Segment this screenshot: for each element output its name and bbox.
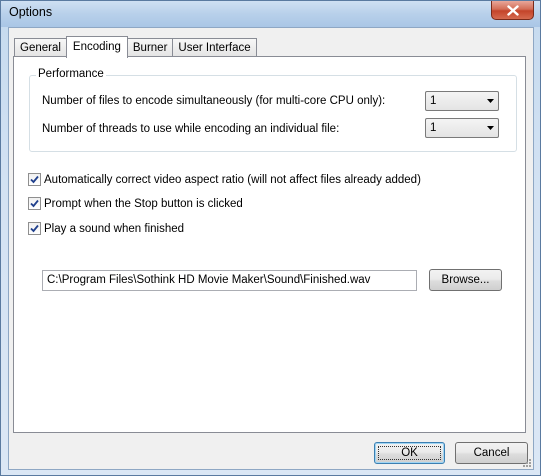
ok-label: OK [401, 447, 418, 459]
tab-general[interactable]: General [14, 38, 67, 57]
sound-file-path-input[interactable]: C:\Program Files\Sothink HD Movie Maker\… [42, 270, 417, 291]
options-dialog: Options General Encoding Burner User Int… [0, 0, 541, 476]
threads-label: Number of threads to use while encoding … [42, 123, 340, 135]
checkmark-icon [30, 175, 39, 184]
tab-encoding[interactable]: Encoding [65, 36, 128, 58]
ok-button[interactable]: OK [374, 442, 445, 464]
aspect-ratio-label: Automatically correct video aspect ratio… [44, 173, 421, 186]
performance-legend: Performance [36, 68, 106, 80]
close-icon [506, 4, 519, 16]
files-simultaneous-select[interactable]: 1 [425, 91, 499, 111]
title-bar[interactable]: Options [1, 1, 540, 27]
performance-group: Performance Number of files to encode si… [29, 68, 517, 152]
checkmark-icon [30, 224, 39, 233]
files-simultaneous-value: 1 [430, 95, 437, 107]
files-simultaneous-label: Number of files to encode simultaneously… [42, 95, 386, 107]
chevron-down-icon [487, 99, 494, 103]
play-sound-checkbox[interactable] [28, 222, 41, 235]
chevron-down-icon [487, 126, 494, 130]
prompt-stop-label: Prompt when the Stop button is clicked [44, 197, 243, 210]
close-button[interactable] [491, 1, 534, 20]
encoding-tab-panel: Performance Number of files to encode si… [13, 56, 526, 433]
prompt-stop-checkbox[interactable] [28, 197, 41, 210]
play-sound-label: Play a sound when finished [44, 222, 185, 235]
play-sound-option[interactable]: Play a sound when finished [28, 222, 184, 235]
cancel-button[interactable]: Cancel [455, 442, 528, 464]
tab-user-interface[interactable]: User Interface [172, 38, 257, 57]
dialog-body: General Encoding Burner User Interface P… [8, 27, 534, 470]
browse-button[interactable]: Browse... [429, 269, 502, 291]
checkmark-icon [30, 199, 39, 208]
resize-grip-icon[interactable] [521, 457, 531, 467]
threads-value: 1 [430, 122, 437, 134]
threads-select[interactable]: 1 [425, 118, 499, 138]
prompt-stop-option[interactable]: Prompt when the Stop button is clicked [28, 197, 243, 210]
window-title: Options [9, 5, 53, 19]
tab-burner[interactable]: Burner [126, 38, 174, 57]
aspect-ratio-checkbox[interactable] [28, 173, 41, 186]
tab-strip: General Encoding Burner User Interface [14, 36, 257, 58]
aspect-ratio-option[interactable]: Automatically correct video aspect ratio… [28, 173, 421, 186]
